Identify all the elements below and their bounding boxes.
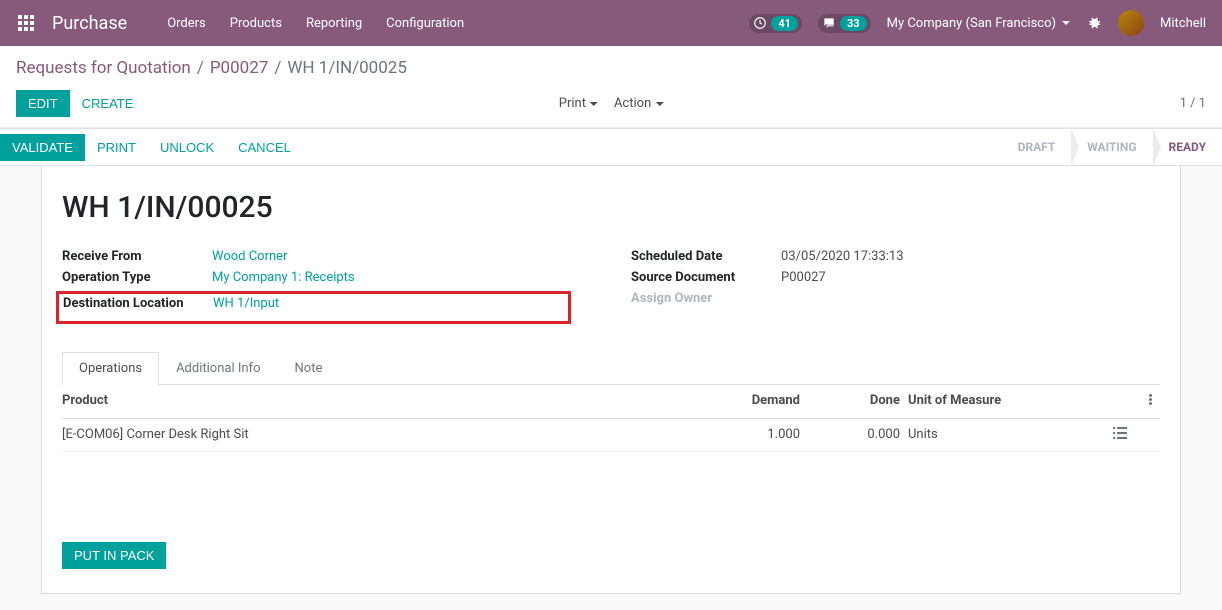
operation-type-label: Operation Type (62, 270, 212, 285)
validate-button[interactable]: Validate (0, 134, 85, 161)
form-col-right: Scheduled Date 03/05/2020 17:33:13 Sourc… (631, 249, 1160, 324)
source-doc-label: Source Document (631, 270, 781, 285)
cell-uom: Units (900, 427, 1100, 443)
tab-additional-info[interactable]: Additional Info (159, 352, 277, 384)
field-assign-owner: Assign Owner (631, 291, 1160, 306)
top-nav: Purchase Orders Products Reporting Confi… (0, 0, 1222, 46)
col-uom-header[interactable]: Unit of Measure (900, 393, 1100, 410)
form-col-left: Receive From Wood Corner Operation Type … (62, 249, 591, 324)
app-title[interactable]: Purchase (52, 13, 127, 34)
messages-count: 33 (840, 16, 867, 31)
nav-products[interactable]: Products (230, 16, 282, 31)
cell-product: [E-COM06] Corner Desk Right Sit (62, 427, 700, 443)
field-operation-type: Operation Type My Company 1: Receipts (62, 270, 591, 285)
col-options[interactable] (1140, 393, 1160, 410)
tabs: Operations Additional Info Note (62, 352, 1160, 385)
nav-right: 41 33 My Company (San Francisco) Mitchel… (749, 10, 1206, 36)
form-sheet: WH 1/IN/00025 Receive From Wood Corner O… (41, 166, 1181, 594)
action-dropdown[interactable]: Action (614, 96, 663, 111)
company-selector[interactable]: My Company (San Francisco) (887, 16, 1070, 31)
bc-sep: / (274, 58, 281, 78)
field-destination: Destination Location WH 1/Input (63, 296, 564, 311)
unlock-button[interactable]: Unlock (148, 134, 226, 161)
print-dropdown[interactable]: Print (559, 96, 598, 111)
company-name: My Company (San Francisco) (887, 16, 1056, 31)
tab-operations[interactable]: Operations (62, 352, 159, 385)
scheduled-date-label: Scheduled Date (631, 249, 781, 264)
col-icon-header (1100, 393, 1140, 410)
destination-value[interactable]: WH 1/Input (213, 296, 564, 311)
print-button[interactable]: Print (85, 134, 148, 161)
stage-draft[interactable]: Draft (1002, 129, 1072, 165)
bc-sep: / (197, 58, 204, 78)
status-actions: Validate Print Unlock Cancel (0, 129, 303, 165)
control-row: Edit Create Print Action 1 / 1 (16, 90, 1206, 127)
field-source-doc: Source Document P00027 (631, 270, 1160, 285)
debug-icon[interactable] (1086, 15, 1102, 31)
chevron-down-icon (1062, 21, 1070, 25)
kebab-icon (1149, 393, 1152, 406)
detail-icon[interactable] (1100, 427, 1140, 443)
receive-from-value[interactable]: Wood Corner (212, 249, 591, 264)
activities-pill[interactable]: 41 (749, 14, 802, 33)
field-scheduled-date: Scheduled Date 03/05/2020 17:33:13 (631, 249, 1160, 264)
activities-count: 41 (771, 16, 798, 31)
nav-orders[interactable]: Orders (167, 16, 206, 31)
nav-reporting[interactable]: Reporting (306, 16, 362, 31)
put-in-pack-row: Put in Pack (62, 542, 1160, 569)
table-row[interactable]: [E-COM06] Corner Desk Right Sit 1.000 0.… (62, 419, 1160, 452)
destination-highlight: Destination Location WH 1/Input (56, 291, 571, 324)
messages-pill[interactable]: 33 (818, 14, 871, 33)
bc-current: WH 1/IN/00025 (287, 58, 407, 78)
chevron-down-icon (655, 102, 663, 106)
status-stages: Draft Waiting Ready (1002, 129, 1222, 165)
receive-from-label: Receive From (62, 249, 212, 264)
pager[interactable]: 1 / 1 (1180, 96, 1206, 111)
scheduled-date-value: 03/05/2020 17:33:13 (781, 249, 1160, 264)
cancel-button[interactable]: Cancel (226, 134, 303, 161)
form-columns: Receive From Wood Corner Operation Type … (62, 249, 1160, 324)
col-product-header[interactable]: Product (62, 393, 700, 410)
stage-ready[interactable]: Ready (1153, 129, 1222, 165)
put-in-pack-button[interactable]: Put in Pack (62, 542, 166, 569)
chevron-down-icon (590, 102, 598, 106)
tab-note[interactable]: Note (278, 352, 340, 384)
avatar[interactable] (1118, 10, 1144, 36)
bc-rfq[interactable]: Requests for Quotation (16, 58, 191, 78)
breadcrumb: Requests for Quotation / P00027 / WH 1/I… (16, 58, 1206, 78)
create-button[interactable]: Create (70, 90, 146, 117)
field-receive-from: Receive From Wood Corner (62, 249, 591, 264)
stage-waiting[interactable]: Waiting (1071, 129, 1152, 165)
edit-button[interactable]: Edit (16, 90, 70, 117)
destination-label: Destination Location (63, 296, 213, 311)
status-bar: Validate Print Unlock Cancel Draft Waiti… (0, 128, 1222, 166)
user-name[interactable]: Mitchell (1160, 16, 1206, 31)
operation-type-value[interactable]: My Company 1: Receipts (212, 270, 591, 285)
cell-done: 0.000 (820, 427, 900, 443)
nav-configuration[interactable]: Configuration (386, 16, 464, 31)
assign-owner-label: Assign Owner (631, 291, 712, 306)
source-doc-value: P00027 (781, 270, 1160, 285)
apps-icon[interactable] (16, 13, 36, 33)
col-demand-header[interactable]: Demand (700, 393, 820, 410)
bc-po[interactable]: P00027 (210, 58, 269, 78)
grid-header: Product Demand Done Unit of Measure (62, 385, 1160, 419)
col-done-header[interactable]: Done (820, 393, 900, 410)
cell-demand: 1.000 (700, 427, 820, 443)
breadcrumb-bar: Requests for Quotation / P00027 / WH 1/I… (0, 46, 1222, 128)
nav-menu: Orders Products Reporting Configuration (167, 16, 464, 31)
record-title: WH 1/IN/00025 (62, 190, 1160, 225)
control-center: Print Action (559, 96, 664, 111)
